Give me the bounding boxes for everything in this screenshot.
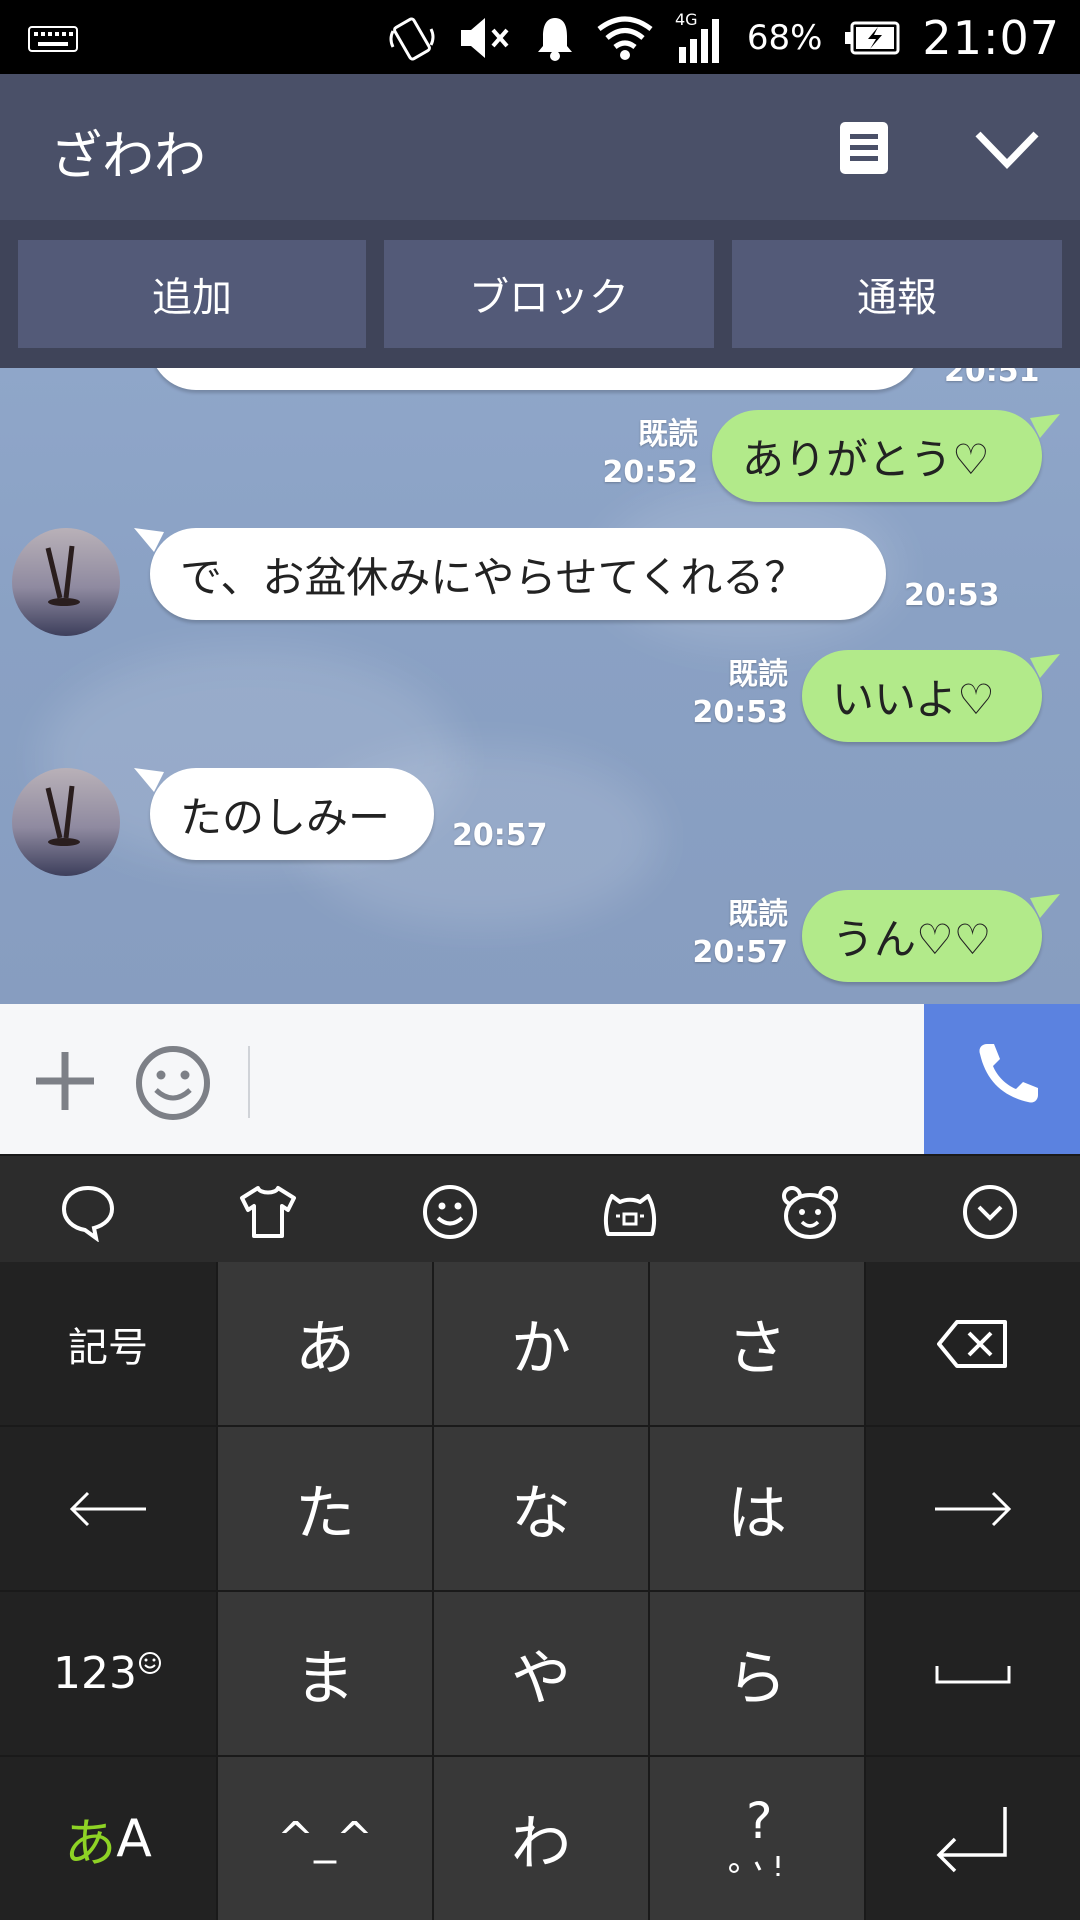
message-bubble-sent[interactable]: うん♡♡	[802, 890, 1042, 982]
backspace-icon	[937, 1319, 1007, 1368]
cat-face-icon[interactable]	[600, 1182, 660, 1242]
key-cursor-right[interactable]	[866, 1427, 1080, 1590]
mode-hiragana-label: あ	[64, 1814, 117, 1874]
cellular-signal-icon: 4G	[675, 11, 719, 63]
clock: 21:07	[922, 11, 1060, 65]
key-punctuation[interactable]: ?	[650, 1757, 864, 1920]
chat-title[interactable]: ざわわ	[50, 114, 206, 189]
avatar-image	[12, 768, 120, 876]
add-friend-button[interactable]: 追加	[18, 240, 366, 348]
chevron-down-icon[interactable]	[972, 124, 1042, 174]
key-na[interactable]: な	[434, 1427, 648, 1590]
key-enter[interactable]	[866, 1757, 1080, 1920]
message-meta: 既読 20:52	[603, 416, 699, 492]
report-button[interactable]: 通報	[732, 240, 1062, 348]
key-symbols[interactable]: 記号	[0, 1262, 216, 1425]
avatar[interactable]	[12, 528, 120, 636]
key-kaomoji[interactable]: ^_^	[218, 1757, 432, 1920]
bubble-tail	[1030, 894, 1060, 918]
bell-icon	[537, 18, 572, 61]
smiley-icon	[138, 1651, 161, 1674]
wifi-icon	[597, 16, 653, 60]
message-meta: 既読 20:57	[693, 896, 789, 972]
key-a[interactable]: あ	[218, 1262, 432, 1425]
bubble-tail	[1030, 654, 1060, 678]
message-bubble-sent[interactable]: いいよ♡	[802, 650, 1042, 742]
message-time: 20:57	[692, 935, 789, 970]
read-receipt: 既読	[728, 897, 788, 932]
key-numbers[interactable]: 123	[0, 1592, 216, 1755]
smiley-icon[interactable]	[420, 1182, 480, 1242]
message-time: 20:57	[452, 818, 548, 853]
message-time: 20:53	[904, 578, 1000, 613]
key-numbers-label: 123	[53, 1648, 137, 1699]
key-backspace[interactable]	[866, 1262, 1080, 1425]
battery-charging-icon	[845, 21, 900, 55]
key-space[interactable]	[866, 1592, 1080, 1755]
phone-icon	[979, 1044, 1038, 1103]
message-time: 20:53	[692, 695, 789, 730]
keyboard-toolbar	[0, 1154, 1080, 1262]
status-bar: 4G 68% 21:07	[0, 0, 1080, 74]
nfc-icon	[389, 17, 435, 61]
message-bubble-received[interactable]: たのしみー	[150, 768, 434, 860]
chat-header: ざわわ	[0, 74, 1080, 220]
key-ka[interactable]: か	[434, 1262, 648, 1425]
bubble-tail	[1030, 414, 1060, 438]
key-cursor-left[interactable]	[0, 1427, 216, 1590]
key-ra[interactable]: ら	[650, 1592, 864, 1755]
message-bubble-partial[interactable]	[150, 368, 920, 390]
arrow-left-icon	[69, 1491, 146, 1526]
read-receipt: 既読	[728, 657, 788, 692]
message-meta: 既読 20:53	[693, 656, 789, 732]
bear-face-icon[interactable]	[780, 1182, 840, 1242]
chevron-circle-down-icon[interactable]	[960, 1182, 1020, 1242]
keyboard-indicator-icon	[28, 26, 78, 52]
key-wa[interactable]: わ	[434, 1757, 648, 1920]
message-input-bar	[0, 1004, 1080, 1154]
svg-text:?: ?	[746, 1794, 773, 1850]
shirt-icon[interactable]	[238, 1182, 298, 1242]
friend-action-bar: 追加 ブロック 通報	[0, 220, 1080, 368]
read-receipt: 既読	[638, 417, 698, 452]
kana-keyboard: 記号 あ か さ た な は 123 ま や ら あ A ^_^ わ ?	[0, 1262, 1080, 1920]
message-bubble-received[interactable]: で、お盆休みにやらせてくれる？	[150, 528, 886, 620]
arrow-right-icon	[935, 1491, 1012, 1526]
key-ya[interactable]: や	[434, 1592, 648, 1755]
key-ma[interactable]: ま	[218, 1592, 432, 1755]
chat-message-list[interactable]: 20:51 既読 20:52 ありがとう♡ で、お盆休みにやらせてくれる？ 20…	[0, 368, 1080, 1004]
key-sa[interactable]: さ	[650, 1262, 864, 1425]
avatar[interactable]	[12, 768, 120, 876]
punctuation-icon: ?	[729, 1794, 780, 1876]
avatar-image	[12, 528, 120, 636]
mute-icon	[460, 18, 509, 58]
message-time: 20:52	[602, 455, 699, 490]
notes-icon[interactable]	[838, 120, 890, 176]
key-ta[interactable]: た	[218, 1427, 432, 1590]
plus-icon[interactable]	[30, 1046, 100, 1116]
key-input-mode[interactable]: あA	[0, 1757, 216, 1920]
call-button[interactable]	[924, 1004, 1080, 1154]
key-ha[interactable]: は	[650, 1427, 864, 1590]
enter-icon	[936, 1806, 1007, 1872]
battery-percent: 68%	[746, 18, 823, 58]
mode-alpha-label: A	[116, 1808, 152, 1869]
smiley-icon[interactable]	[134, 1044, 212, 1122]
input-divider	[248, 1046, 250, 1118]
space-icon	[935, 1665, 1011, 1683]
block-button[interactable]: ブロック	[384, 240, 714, 348]
speech-bubble-icon[interactable]	[58, 1182, 118, 1242]
svg-text:4G: 4G	[675, 11, 698, 29]
message-input[interactable]	[262, 1034, 902, 1124]
message-time: 20:51	[944, 368, 1040, 389]
message-bubble-sent[interactable]: ありがとう♡	[712, 410, 1042, 502]
